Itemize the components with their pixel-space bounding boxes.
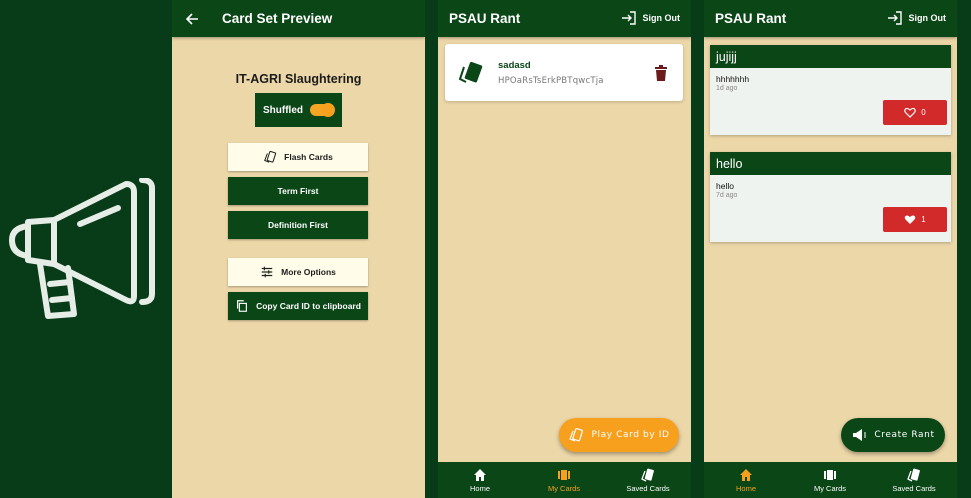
switch-knob [321,103,335,117]
page-title: Card Set Preview [222,11,333,26]
app-bar: PSAU Rant Sign Out [438,0,691,37]
home-icon [740,468,752,481]
divider [425,0,438,498]
card-name: sadasd [498,60,531,71]
shuffle-toggle-row[interactable]: Shuffled [255,93,342,127]
nav-home-label: Home [469,483,490,493]
sign-out-button[interactable]: Sign Out [887,10,947,26]
like-button[interactable]: 1 [883,207,947,232]
card-set-preview-screen: Card Set Preview IT-AGRI Slaughtering Sh… [172,0,425,498]
rant-card[interactable]: hello hello 7d ago 1 [710,152,951,242]
my-cards-screen: PSAU Rant Sign Out sadasd HPOaRsTsErkPBT… [438,0,691,498]
sign-out-button[interactable]: Sign Out [621,10,681,26]
flash-cards-label: Flash Cards [284,152,333,162]
create-rant-button[interactable]: Create Rant [841,418,945,452]
copy-card-id-button[interactable]: Copy Card ID to clipboard [228,292,368,320]
definition-first-button[interactable]: Definition First [228,211,368,239]
cards-icon [569,428,584,442]
nav-saved-cards[interactable]: Saved Cards [872,462,956,498]
logo-panel [0,0,172,498]
bottom-navigation: Home My Cards Saved Cards [704,462,957,498]
nav-home-label: Home [735,483,756,493]
play-card-by-id-button[interactable]: Play Card by ID [559,418,679,452]
nav-saved-cards-label: Saved Cards [626,483,670,493]
flash-cards-button[interactable]: Flash Cards [228,143,368,171]
home-screen: PSAU Rant Sign Out jujijj hhhhhhh 1d ago… [704,0,957,498]
copy-icon [237,300,248,312]
back-arrow-icon[interactable] [184,11,200,27]
rant-title: hello [710,152,951,175]
delete-icon[interactable] [654,65,668,81]
rant-time: 7d ago [716,192,738,199]
card-set-icon [458,61,483,83]
shuffle-switch[interactable] [310,103,335,117]
divider [957,0,971,498]
heart-outline-icon [904,107,917,118]
term-first-label: Term First [277,186,319,196]
saved-cards-icon [907,468,920,482]
sign-out-icon [621,11,636,25]
term-first-button[interactable]: Term First [228,177,368,205]
nav-my-cards-label: My Cards [813,483,847,493]
app-bar: PSAU Rant Sign Out [704,0,957,37]
nav-my-cards[interactable]: My Cards [522,462,606,498]
app-title: PSAU Rant [449,11,521,26]
home-icon [474,468,486,481]
nav-my-cards-label: My Cards [547,483,581,493]
rant-time: 1d ago [716,85,738,92]
cards-icon [264,150,277,163]
card-list-item[interactable]: sadasd HPOaRsTsErkPBTqwcTja [445,44,683,101]
bottom-navigation: Home My Cards Saved Cards [438,462,691,498]
rant-card[interactable]: jujijj hhhhhhh 1d ago 0 [710,45,951,135]
rant-body: hhhhhhh [716,74,750,84]
megaphone-logo-icon [9,178,155,319]
play-card-by-id-label: Play Card by ID [591,430,670,440]
rant-title: jujijj [710,45,951,68]
sign-out-label: Sign Out [642,13,681,23]
divider [691,0,704,498]
saved-cards-icon [641,468,654,482]
like-button[interactable]: 0 [883,100,947,125]
nav-home[interactable]: Home [704,462,788,498]
definition-first-label: Definition First [268,220,328,230]
my-cards-icon [558,469,570,480]
more-options-label: More Options [281,267,336,277]
heart-filled-icon [905,215,916,224]
shuffle-label: Shuffled [263,104,303,116]
like-count: 0 [921,108,926,117]
app-bar: Card Set Preview [172,0,425,37]
megaphone-icon [853,429,867,441]
my-cards-icon [824,469,836,480]
sign-out-label: Sign Out [908,13,947,23]
nav-saved-cards[interactable]: Saved Cards [606,462,690,498]
app-title: PSAU Rant [715,11,787,26]
set-title: IT-AGRI Slaughtering [235,72,362,86]
rant-body: hello [716,181,734,191]
create-rant-label: Create Rant [874,430,935,440]
card-id: HPOaRsTsErkPBTqwcTja [498,76,604,86]
like-count: 1 [921,215,926,224]
sliders-icon [261,266,273,278]
nav-my-cards[interactable]: My Cards [788,462,872,498]
nav-home[interactable]: Home [438,462,522,498]
nav-saved-cards-label: Saved Cards [892,483,936,493]
copy-card-id-label: Copy Card ID to clipboard [256,301,361,311]
sign-out-icon [887,11,902,25]
more-options-button[interactable]: More Options [228,258,368,286]
